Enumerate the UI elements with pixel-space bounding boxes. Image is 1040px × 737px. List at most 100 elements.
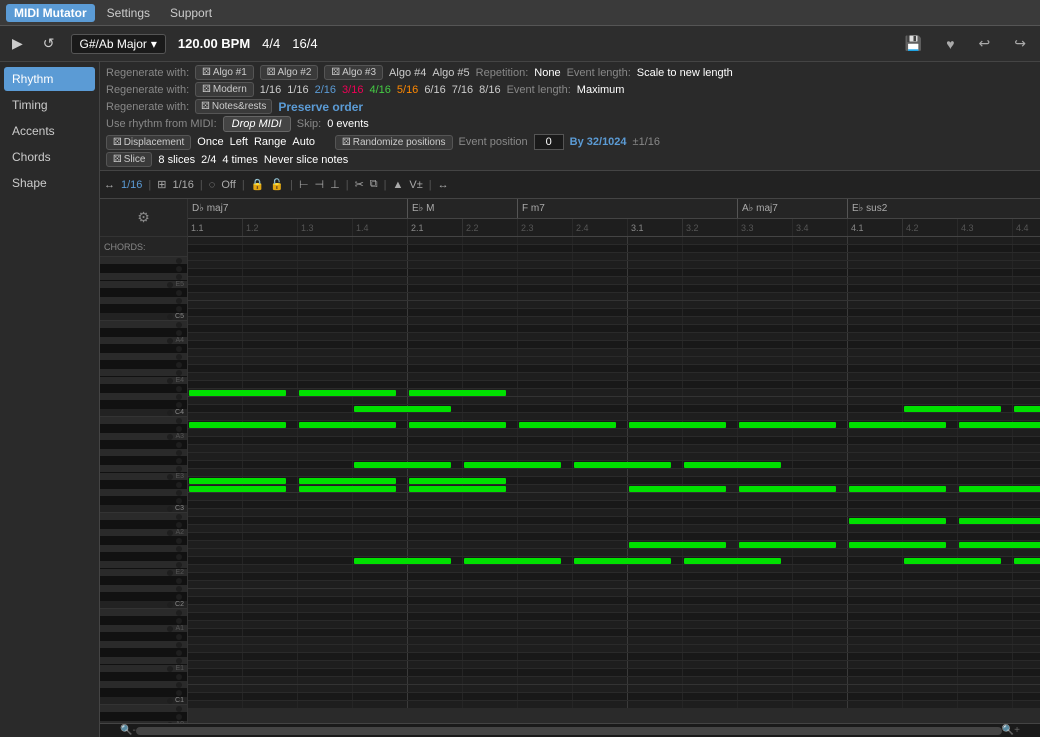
settings-menu[interactable]: Settings [99, 4, 158, 22]
piano-key-B4[interactable] [100, 321, 187, 329]
note-block[interactable] [189, 478, 286, 484]
note-block[interactable] [354, 462, 451, 468]
sidebar-item-timing[interactable]: Timing [4, 93, 95, 117]
play-button[interactable]: ▶ [8, 33, 27, 54]
note-block[interactable] [409, 486, 506, 492]
piano-key-F4[interactable] [100, 369, 187, 377]
note-block[interactable] [464, 558, 561, 564]
note-block[interactable] [299, 390, 396, 396]
piano-key-G1[interactable] [100, 641, 187, 649]
piano-key-F5[interactable] [100, 273, 187, 281]
piano-key-G#3[interactable] [100, 441, 187, 449]
slice-never[interactable]: Never slice notes [264, 154, 348, 166]
note-block[interactable] [464, 462, 561, 468]
nv-7[interactable]: 6/16 [424, 84, 445, 96]
note-block[interactable] [519, 422, 616, 428]
piano-key-A4[interactable]: A4 [100, 337, 187, 345]
event-val-1[interactable]: Scale to new length [637, 67, 733, 79]
note-block[interactable] [959, 486, 1040, 492]
support-menu[interactable]: Support [162, 4, 220, 22]
rep-val[interactable]: None [534, 67, 560, 79]
slice-times[interactable]: 4 times [222, 154, 257, 166]
note-block[interactable] [904, 406, 1001, 412]
disp-left[interactable]: Left [230, 136, 248, 148]
piano-key-D4[interactable] [100, 393, 187, 401]
note-block[interactable] [574, 558, 671, 564]
note-block[interactable] [354, 406, 451, 412]
note-block[interactable] [299, 478, 396, 484]
disp-range[interactable]: Range [254, 136, 286, 148]
note-block[interactable] [629, 542, 726, 548]
pos-input[interactable] [534, 134, 564, 150]
sidebar-item-shape[interactable]: Shape [4, 171, 95, 195]
piano-key-F#2[interactable] [100, 553, 187, 561]
note-block[interactable] [189, 422, 286, 428]
nv-9[interactable]: 8/16 [479, 84, 500, 96]
pr-align-center-icon[interactable]: ⊣ [315, 178, 325, 191]
piano-key-G#4[interactable] [100, 345, 187, 353]
save-button[interactable]: 💾 [899, 33, 928, 54]
piano-key-A#3[interactable] [100, 425, 187, 433]
piano-key-B0[interactable] [100, 705, 187, 713]
piano-key-G4[interactable] [100, 353, 187, 361]
note-block[interactable] [409, 390, 506, 396]
note-block[interactable] [189, 390, 286, 396]
piano-key-D#1[interactable] [100, 673, 187, 681]
nv-3[interactable]: 2/16 [315, 84, 336, 96]
pr-quantize-val[interactable]: 1/16 [121, 179, 142, 191]
piano-key-C2[interactable]: C2 [100, 601, 187, 609]
piano-key-B2[interactable] [100, 513, 187, 521]
piano-key-D#2[interactable] [100, 577, 187, 585]
pr-lfo-val[interactable]: Off [221, 179, 235, 191]
piano-key-C#3[interactable] [100, 497, 187, 505]
note-block[interactable] [1014, 558, 1040, 564]
nv-5[interactable]: 4/16 [369, 84, 390, 96]
gear-icon[interactable]: ⚙ [137, 209, 150, 226]
note-block[interactable] [849, 486, 946, 492]
algo2-button[interactable]: ⚄Algo #2 [260, 65, 319, 80]
loop-button[interactable]: ↺ [39, 33, 59, 54]
piano-key-D2[interactable] [100, 585, 187, 593]
chord-ab-maj7[interactable]: A♭ maj7 [738, 199, 848, 218]
zoom-out-icon[interactable]: 🔍- [120, 725, 136, 736]
note-block[interactable] [299, 422, 396, 428]
chord-db-maj7[interactable]: D♭ maj7 [188, 199, 408, 218]
nv-6[interactable]: 5/16 [397, 84, 418, 96]
heart-button[interactable]: ♥ [940, 34, 960, 54]
sidebar-item-accents[interactable]: Accents [4, 119, 95, 143]
note-block[interactable] [739, 486, 836, 492]
piano-key-A#1[interactable] [100, 617, 187, 625]
sidebar-item-chords[interactable]: Chords [4, 145, 95, 169]
piano-key-A#4[interactable] [100, 329, 187, 337]
piano-key-B3[interactable] [100, 417, 187, 425]
note-block[interactable] [409, 422, 506, 428]
zoom-in-icon[interactable]: 🔍+ [1002, 725, 1020, 736]
piano-key-E3[interactable]: E3 [100, 473, 187, 481]
disp-once[interactable]: Once [197, 136, 223, 148]
piano-key-G3[interactable] [100, 449, 187, 457]
note-block[interactable] [849, 422, 946, 428]
piano-key-C#4[interactable] [100, 401, 187, 409]
piano-key-A#0[interactable] [100, 713, 187, 721]
note-block[interactable] [629, 422, 726, 428]
note-block[interactable] [684, 558, 781, 564]
piano-key-D#5[interactable] [100, 289, 187, 297]
algo5-label[interactable]: Algo #5 [432, 67, 469, 79]
note-block[interactable] [904, 558, 1001, 564]
piano-key-G#2[interactable] [100, 537, 187, 545]
nv-1[interactable]: 1/16 [260, 84, 281, 96]
note-block[interactable] [959, 542, 1040, 548]
note-block[interactable] [849, 518, 946, 524]
piano-key-F#1[interactable] [100, 649, 187, 657]
piano-key-C5[interactable]: C5 [100, 313, 187, 321]
pr-vel-icon[interactable]: V± [409, 179, 422, 191]
piano-key-F1[interactable] [100, 657, 187, 665]
piano-key-F2[interactable] [100, 561, 187, 569]
note-block[interactable] [684, 462, 781, 468]
note-block[interactable] [409, 478, 506, 484]
piano-key-B1[interactable] [100, 609, 187, 617]
piano-key-A#2[interactable] [100, 521, 187, 529]
note-block[interactable] [849, 542, 946, 548]
note-block[interactable] [1014, 406, 1040, 412]
slice-sig[interactable]: 2/4 [201, 154, 216, 166]
